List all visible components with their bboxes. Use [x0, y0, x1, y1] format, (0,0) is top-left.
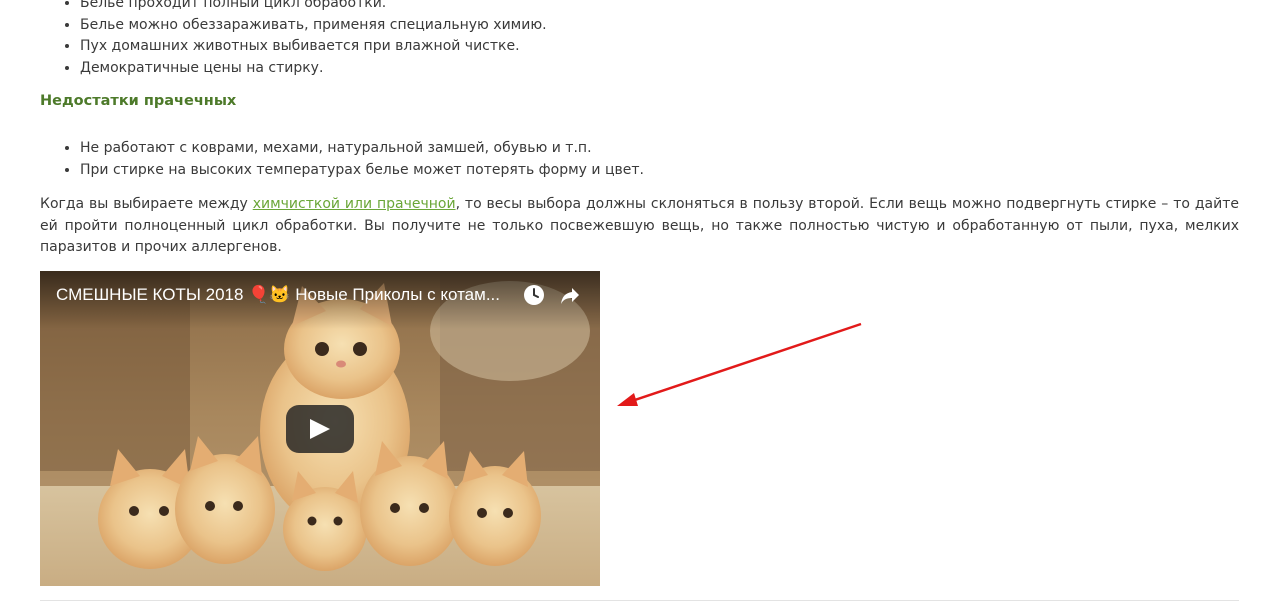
- clock-icon[interactable]: [522, 283, 546, 307]
- list-item: Не работают с коврами, мехами, натуральн…: [80, 138, 644, 160]
- article-paragraph: Когда вы выбираете между химчисткой или …: [40, 194, 1239, 259]
- divider: [40, 600, 1239, 601]
- list-item: Демократичные цены на стирку.: [80, 58, 547, 80]
- share-icon[interactable]: [558, 283, 582, 307]
- list-item: Пух домашних животных выбивается при вла…: [80, 36, 547, 58]
- video-title[interactable]: СМЕШНЫЕ КОТЫ 2018 🎈🐱 Новые Приколы с кот…: [56, 284, 516, 306]
- list-item: Белье можно обеззараживать, применяя спе…: [80, 15, 547, 37]
- paragraph-text-start: Когда вы выбираете между: [40, 196, 253, 212]
- play-icon: [310, 419, 330, 439]
- list-item: При стирке на высоких температурах белье…: [80, 160, 644, 182]
- cons-list: Не работают с коврами, мехами, натуральн…: [40, 138, 644, 181]
- dry-cleaning-link[interactable]: химчисткой или прачечной: [253, 196, 456, 212]
- youtube-video-embed[interactable]: СМЕШНЫЕ КОТЫ 2018 🎈🐱 Новые Приколы с кот…: [40, 271, 600, 586]
- advantages-list: Белье проходит полный цикл обработки. Бе…: [40, 0, 547, 79]
- play-button[interactable]: [286, 405, 354, 453]
- section-heading: Недостатки прачечных: [40, 93, 237, 109]
- list-item: Белье проходит полный цикл обработки.: [80, 0, 547, 15]
